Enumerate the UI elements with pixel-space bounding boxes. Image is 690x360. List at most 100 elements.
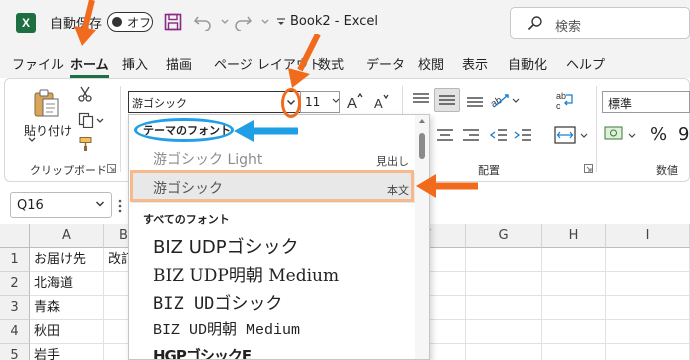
customize-toolbar-icon[interactable]	[270, 11, 292, 33]
scroll-thumb[interactable]	[419, 133, 425, 159]
cell-h5[interactable]	[542, 344, 606, 360]
undo-icon[interactable]	[192, 11, 214, 33]
cell-f5[interactable]	[430, 344, 466, 360]
cell-a3[interactable]: 青森	[30, 296, 104, 320]
decrease-font-size-icon[interactable]: A	[372, 93, 390, 111]
svg-text:ab: ab	[490, 95, 505, 110]
autosave-toggle[interactable]: オフ	[107, 12, 153, 32]
theme-fonts-highlight-ellipse	[134, 118, 234, 142]
row-header-3[interactable]: 3	[0, 296, 30, 320]
row-header-5[interactable]: 5	[0, 344, 30, 360]
alignment-dialog-launcher-icon[interactable]	[584, 164, 593, 173]
column-header-h[interactable]: H	[542, 224, 606, 248]
scroll-up-icon[interactable]	[418, 118, 426, 124]
comma-style-button[interactable]: 9	[678, 124, 689, 145]
percent-style-button[interactable]: %	[650, 124, 667, 145]
merge-center-icon[interactable]	[554, 126, 576, 144]
paste-icon[interactable]	[32, 88, 60, 118]
format-painter-icon[interactable]	[78, 136, 94, 152]
increase-indent-icon[interactable]	[514, 128, 532, 142]
wrap-text-icon[interactable]: ab c	[556, 90, 576, 110]
tab-draw[interactable]: 描画	[166, 54, 192, 73]
search-icon	[527, 15, 543, 31]
tab-home[interactable]: ホーム	[70, 54, 109, 78]
align-bottom-icon[interactable]	[466, 92, 484, 108]
cell-f3[interactable]	[430, 296, 466, 320]
align-center-icon[interactable]	[436, 128, 454, 142]
font-option-name: BIZ UD明朝 Medium	[153, 322, 301, 339]
orientation-dropdown-icon[interactable]	[512, 98, 520, 104]
cell-a4[interactable]: 秋田	[30, 320, 104, 344]
increase-font-size-icon[interactable]: A	[346, 92, 364, 110]
currency-dropdown-icon[interactable]	[628, 133, 636, 139]
svg-text:c: c	[556, 101, 561, 110]
cell-i2[interactable]	[606, 272, 690, 296]
tab-data[interactable]: データ	[366, 54, 405, 73]
cell-i3[interactable]	[606, 296, 690, 320]
cell-f2[interactable]	[430, 272, 466, 296]
font-option-hgpgothice[interactable]: HGPゴシックE	[131, 343, 415, 359]
row-header-2[interactable]: 2	[0, 272, 30, 296]
tab-insert[interactable]: 挿入	[122, 54, 148, 73]
font-option-biz-udpmincho-medium[interactable]: BIZ UDP明朝 Medium	[131, 259, 415, 287]
cell-h1[interactable]	[542, 248, 606, 272]
orientation-icon[interactable]: ab	[490, 90, 512, 110]
cut-icon[interactable]	[78, 86, 92, 102]
save-icon[interactable]	[162, 11, 184, 33]
merge-dropdown-icon[interactable]	[580, 133, 588, 139]
more-options-icon[interactable]	[118, 199, 122, 213]
font-option-name: BIZ UDP明朝 Medium	[153, 266, 340, 286]
paste-dropdown-icon[interactable]	[28, 137, 36, 143]
tab-file[interactable]: ファイル	[12, 54, 64, 73]
cell-g4[interactable]	[466, 320, 542, 344]
font-name-box[interactable]: 游ゴシック	[128, 91, 302, 113]
cell-a1[interactable]: お届け先	[30, 248, 104, 272]
decrease-indent-icon[interactable]	[490, 128, 508, 142]
font-size-dropdown-icon[interactable]	[332, 98, 340, 104]
search-box[interactable]: 検索	[510, 7, 690, 39]
row-header-1[interactable]: 1	[0, 248, 30, 272]
font-option-role: 見出し	[376, 155, 409, 168]
cell-i5[interactable]	[606, 344, 690, 360]
copy-dropdown-icon[interactable]	[96, 118, 104, 124]
cell-g2[interactable]	[466, 272, 542, 296]
cell-f1[interactable]	[430, 248, 466, 272]
align-middle-button[interactable]	[434, 88, 460, 112]
font-option-yu-gothic-light[interactable]: 游ゴシック Light 見出し	[131, 145, 415, 173]
cell-f4[interactable]	[430, 320, 466, 344]
align-top-icon[interactable]	[412, 92, 430, 108]
cell-i4[interactable]	[606, 320, 690, 344]
column-header-i[interactable]: I	[606, 224, 690, 248]
cell-a2[interactable]: 北海道	[30, 272, 104, 296]
tab-review[interactable]: 校閲	[418, 54, 444, 73]
clipboard-group-label: クリップボード	[30, 164, 107, 177]
column-header-a[interactable]: A	[30, 224, 104, 248]
font-option-name: BIZ UDゴシック	[153, 294, 283, 314]
name-box[interactable]: Q16	[10, 192, 112, 218]
cell-h4[interactable]	[542, 320, 606, 344]
menu-scrollbar[interactable]	[415, 115, 429, 359]
row-header-4[interactable]: 4	[0, 320, 30, 344]
arrow-to-font-dropdown-icon	[288, 34, 324, 90]
number-format-box[interactable]: 標準	[602, 91, 690, 113]
font-option-biz-udmincho-medium[interactable]: BIZ UD明朝 Medium	[131, 315, 415, 343]
tab-view[interactable]: 表示	[462, 54, 488, 73]
clipboard-dialog-launcher-icon[interactable]	[107, 164, 116, 173]
cell-g5[interactable]	[466, 344, 542, 360]
cell-a5[interactable]: 岩手	[30, 344, 104, 360]
tab-help[interactable]: ヘルプ	[566, 54, 605, 73]
column-header-g[interactable]: G	[466, 224, 542, 248]
select-all-corner[interactable]	[0, 224, 30, 248]
tab-automate[interactable]: 自動化	[508, 54, 547, 73]
redo-icon[interactable]	[232, 11, 254, 33]
cell-h2[interactable]	[542, 272, 606, 296]
cell-i1[interactable]	[606, 248, 690, 272]
copy-icon[interactable]	[78, 112, 94, 128]
cell-h3[interactable]	[542, 296, 606, 320]
font-option-biz-udgothic[interactable]: BIZ UDゴシック	[131, 287, 415, 315]
cell-g3[interactable]	[466, 296, 542, 320]
currency-format-icon[interactable]	[604, 124, 626, 144]
cell-g1[interactable]	[466, 248, 542, 272]
font-option-biz-udpgothic[interactable]: BIZ UDPゴシック	[131, 231, 415, 259]
align-right-icon[interactable]	[462, 128, 480, 142]
